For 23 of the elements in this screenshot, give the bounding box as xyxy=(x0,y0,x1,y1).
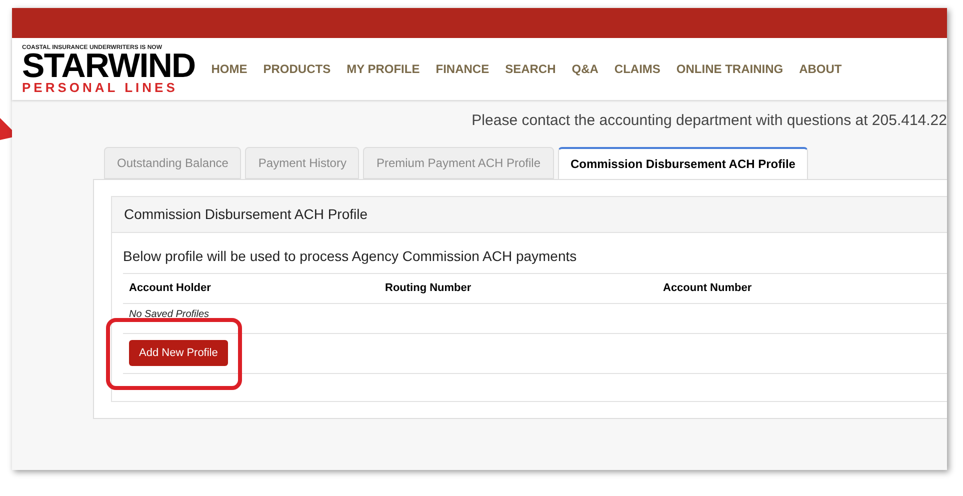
tab[interactable]: Premium Payment ACH Profile xyxy=(363,146,554,178)
add-profile-button[interactable]: Add New Profile xyxy=(129,340,228,366)
tab[interactable]: Payment History xyxy=(245,146,360,178)
logo-name: STARWIND xyxy=(22,50,196,80)
card-title: Commission Disbursement ACH Profile xyxy=(124,204,368,224)
nav-link[interactable]: PRODUCTS xyxy=(263,60,331,78)
empty-message: No Saved Profiles xyxy=(128,308,210,322)
nav-link[interactable]: ABOUT xyxy=(799,60,842,78)
contact-notice: Please contact the accounting department with questions at 205.414.22 xyxy=(472,111,947,131)
column-header: Account Number xyxy=(663,280,752,296)
nav-link[interactable]: HOME xyxy=(211,60,248,78)
tab[interactable]: Commission Disbursement ACH Profile xyxy=(558,146,808,180)
nav-link[interactable]: CLAIMS xyxy=(614,60,660,78)
nav-link[interactable]: Q&A xyxy=(572,60,598,78)
column-header: Account Holder xyxy=(128,280,212,296)
tab[interactable]: Outstanding Balance xyxy=(104,146,242,178)
card-description: Below profile will be used to process Agency Commission ACH payments xyxy=(123,246,578,266)
nav-link[interactable]: FINANCE xyxy=(436,60,490,78)
nav-link[interactable]: MY PROFILE xyxy=(346,60,420,78)
column-header: Routing Number xyxy=(385,280,472,296)
nav-link[interactable]: ONLINE TRAINING xyxy=(676,60,784,78)
nav-link[interactable]: SEARCH xyxy=(505,60,556,78)
logo-subtitle: PERSONAL LINES xyxy=(22,80,179,94)
